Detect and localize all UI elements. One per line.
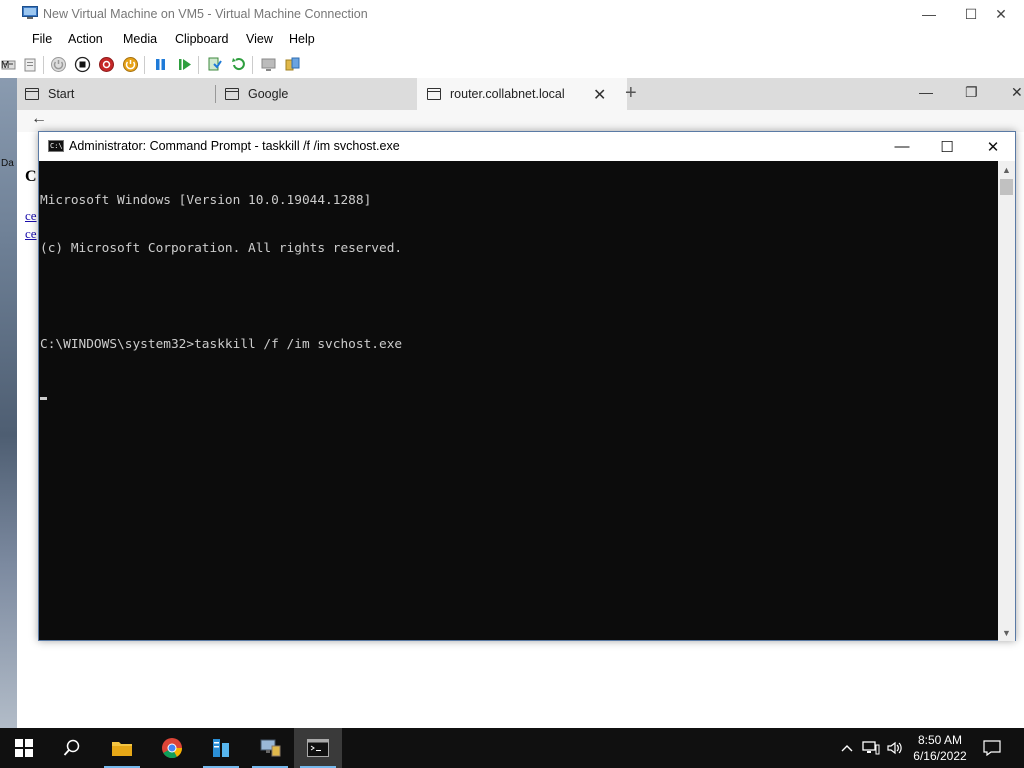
toolbar-separator (144, 56, 145, 74)
type-clipboard-icon[interactable] (22, 56, 39, 73)
start-icon[interactable] (0, 728, 48, 768)
vm-window-title: New Virtual Machine on VM5 - Virtual Mac… (43, 7, 368, 21)
tab-label: Start (48, 87, 75, 101)
vm-close-button[interactable]: ✕ (978, 0, 1024, 28)
pause-icon[interactable] (152, 56, 169, 73)
command-prompt-icon[interactable] (294, 728, 342, 768)
taskbar-clock[interactable]: 8:50 AM 6/16/2022 (905, 732, 975, 764)
page-link[interactable]: ce (25, 226, 37, 242)
clock-time: 8:50 AM (917, 733, 963, 747)
browser-restore-button[interactable]: ❐ (965, 84, 978, 101)
toolbar-separator (43, 56, 44, 74)
taskbar: 8:50 AM 6/16/2022 (0, 728, 1024, 768)
tab-separator (215, 85, 216, 103)
desktop-icon-label: Da (1, 158, 14, 169)
tab-google[interactable]: Google (225, 78, 415, 110)
file-explorer-icon[interactable] (98, 728, 146, 768)
vm-minimize-button[interactable]: — (906, 0, 952, 28)
vm-menu-bar: File Action Media Clipboard View Help (0, 28, 1024, 50)
tab-start[interactable]: Start (25, 78, 215, 110)
tab-page-icon (427, 88, 441, 100)
desktop-icon-label: M (1, 60, 10, 71)
console-line: Microsoft Windows [Version 10.0.19044.12… (40, 193, 372, 208)
toolbar-separator (198, 56, 199, 74)
notification-icon[interactable] (978, 728, 1006, 768)
turn-off-icon[interactable] (74, 56, 91, 73)
tab-label: router.collabnet.local (450, 87, 565, 101)
enhanced-session-icon[interactable] (260, 56, 277, 73)
server-manager-icon[interactable] (197, 728, 245, 768)
console-line: C:\WINDOWS\system32>taskkill /f /im svch… (40, 337, 403, 352)
cmd-title-bar[interactable]: C:\ Administrator: Command Prompt - task… (39, 132, 1015, 161)
revert-icon[interactable] (230, 56, 247, 73)
scrollbar-thumb[interactable] (1000, 179, 1013, 195)
cmd-minimize-button[interactable]: — (879, 132, 925, 161)
back-icon[interactable]: ← (31, 110, 47, 128)
menu-file[interactable]: File (32, 32, 52, 46)
tab-page-icon (25, 88, 39, 100)
menu-help[interactable]: Help (289, 32, 315, 46)
share-icon[interactable] (284, 56, 301, 73)
vm-toolbar (0, 52, 1024, 78)
menu-view[interactable]: View (246, 32, 273, 46)
reset-icon[interactable] (176, 56, 193, 73)
text-cursor (40, 397, 47, 400)
page-heading: C (25, 168, 37, 185)
command-prompt-window[interactable]: C:\ Administrator: Command Prompt - task… (38, 131, 1016, 641)
menu-action[interactable]: Action (68, 32, 103, 46)
tab-page-icon (225, 88, 239, 100)
cmd-close-button[interactable]: ✕ (970, 132, 1016, 161)
browser-close-button[interactable]: ✕ (1011, 84, 1023, 101)
shut-down-icon[interactable] (98, 56, 115, 73)
clock-date: 6/16/2022 (913, 749, 967, 763)
chevron-up-icon[interactable] (838, 728, 856, 768)
new-tab-icon[interactable]: + (625, 82, 637, 105)
cmd-window-title: Administrator: Command Prompt - taskkill… (69, 139, 400, 153)
search-icon[interactable] (48, 728, 96, 768)
console-cursor-line (40, 385, 1000, 401)
page-link[interactable]: ce (25, 208, 37, 224)
vm-connection-icon (22, 6, 38, 19)
browser-nav-bar: ← (17, 110, 1024, 132)
chrome-icon[interactable] (148, 728, 196, 768)
console-line: (c) Microsoft Corporation. All rights re… (40, 241, 403, 256)
vm-title-bar: New Virtual Machine on VM5 - Virtual Mac… (0, 0, 1024, 28)
start-icon[interactable] (50, 56, 67, 73)
tab-label: Google (248, 87, 289, 101)
console-scrollbar[interactable]: ▲ ▼ (998, 161, 1015, 641)
scroll-down-icon[interactable]: ▼ (998, 624, 1015, 641)
save-icon[interactable] (122, 56, 139, 73)
command-prompt-icon: C:\ (48, 140, 64, 152)
browser-tab-strip: Start Google router.collabnet.local ✕ + … (17, 78, 1024, 110)
scroll-up-icon[interactable]: ▲ (998, 161, 1015, 178)
network-tray-icon[interactable] (860, 728, 882, 768)
checkpoint-icon[interactable] (206, 56, 223, 73)
browser-minimize-button[interactable]: — (919, 84, 933, 100)
guest-desktop-strip: M Da (0, 60, 17, 728)
close-tab-icon[interactable]: ✕ (593, 85, 606, 105)
console-output[interactable]: Microsoft Windows [Version 10.0.19044.12… (39, 161, 1000, 641)
menu-media[interactable]: Media (123, 32, 157, 46)
volume-icon[interactable] (884, 728, 906, 768)
menu-clipboard[interactable]: Clipboard (175, 32, 229, 46)
cmd-maximize-button[interactable]: ☐ (924, 132, 970, 161)
toolbar-separator (252, 56, 253, 74)
network-icon[interactable] (246, 728, 294, 768)
